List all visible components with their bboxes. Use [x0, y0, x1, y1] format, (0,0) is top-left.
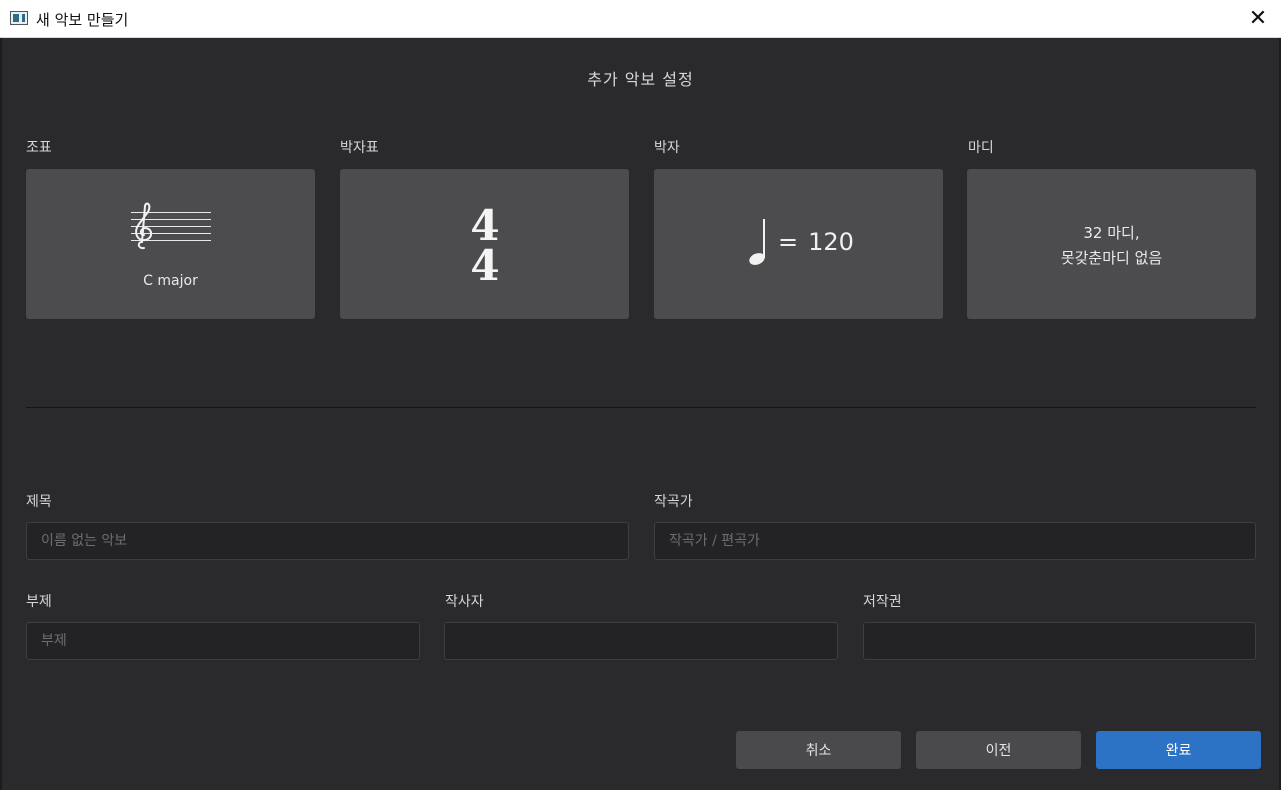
- back-button[interactable]: 이전: [916, 731, 1081, 769]
- key-signature-label: 조표: [26, 140, 52, 156]
- lyricist-input[interactable]: [444, 622, 838, 660]
- window-left-border: [0, 38, 2, 790]
- quarter-note-icon: [749, 219, 765, 265]
- subtitle-label: 부제: [26, 594, 52, 610]
- time-signature-label: 박자표: [340, 140, 379, 156]
- measures-pickup: 못갖춘마디 없음: [1060, 249, 1163, 267]
- tempo-label: 박자: [654, 140, 680, 156]
- lyricist-label: 작사자: [445, 594, 484, 610]
- time-signature-card[interactable]: 4 4: [340, 169, 629, 319]
- cancel-button[interactable]: 취소: [736, 731, 901, 769]
- page-title: 추가 악보 설정: [587, 70, 694, 89]
- key-signature-card[interactable]: C major: [26, 169, 315, 319]
- done-button[interactable]: 완료: [1096, 731, 1261, 769]
- composer-label: 작곡가: [654, 494, 693, 510]
- tempo-display: = 120: [748, 217, 854, 267]
- composer-input[interactable]: [654, 522, 1256, 560]
- section-divider: [26, 407, 1256, 408]
- close-icon[interactable]: ✕: [1235, 0, 1281, 38]
- title-label: 제목: [26, 494, 52, 510]
- measures-count: 32 마디,: [1083, 224, 1140, 242]
- time-signature-denominator: 4: [470, 241, 499, 284]
- subtitle-input[interactable]: [26, 622, 420, 660]
- copyright-input[interactable]: [863, 622, 1256, 660]
- key-signature-value: C major: [143, 273, 198, 289]
- measures-card[interactable]: 32 마디, 못갖춘마디 없음: [967, 169, 1256, 319]
- treble-clef-staff-icon: [131, 202, 211, 250]
- window-title: 새 악보 만들기: [36, 11, 129, 29]
- window-titlebar: 새 악보 만들기 ✕: [0, 0, 1281, 38]
- tempo-card[interactable]: = 120: [654, 169, 943, 319]
- measures-summary: 32 마디, 못갖춘마디 없음: [967, 221, 1256, 271]
- copyright-label: 저작권: [863, 594, 902, 610]
- time-signature-glyph: 4 4: [470, 204, 499, 284]
- app-icon: [10, 11, 28, 25]
- tempo-equals: =: [778, 228, 799, 256]
- tempo-bpm: 120: [808, 228, 854, 256]
- title-input[interactable]: [26, 522, 629, 560]
- measures-label: 마디: [968, 140, 994, 156]
